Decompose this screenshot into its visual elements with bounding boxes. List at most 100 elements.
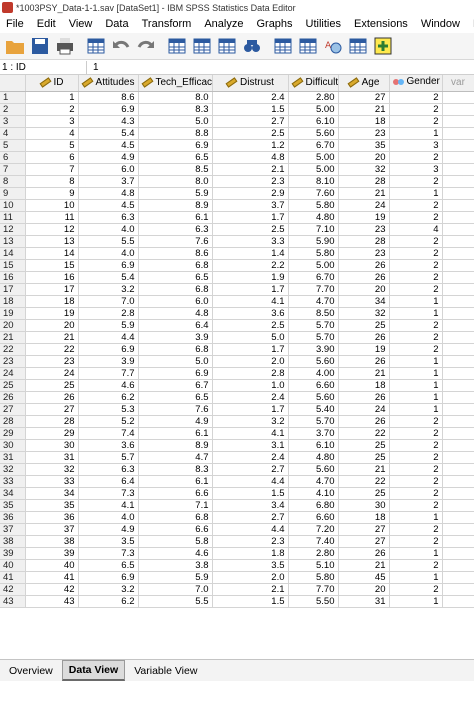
data-cell[interactable]: 6.3: [138, 223, 213, 236]
data-cell[interactable]: 7.70: [288, 283, 339, 296]
data-cell[interactable]: 2: [389, 439, 443, 452]
data-cell[interactable]: 26: [338, 271, 390, 284]
data-cell[interactable]: 5.00: [288, 103, 339, 116]
data-cell[interactable]: 2: [389, 175, 443, 188]
data-cell[interactable]: 8.10: [288, 175, 339, 188]
empty-cell[interactable]: [442, 403, 474, 416]
empty-cell[interactable]: [442, 187, 474, 200]
data-cell[interactable]: 8.6: [78, 91, 139, 104]
row-number[interactable]: 24: [0, 367, 26, 380]
row-number[interactable]: 20: [0, 319, 26, 332]
data-cell[interactable]: 2: [389, 103, 443, 116]
data-cell[interactable]: 3.70: [288, 427, 339, 440]
data-cell[interactable]: 2.7: [212, 511, 289, 524]
data-cell[interactable]: 1: [389, 355, 443, 368]
data-cell[interactable]: 2.7: [212, 463, 289, 476]
data-cell[interactable]: 4.80: [288, 211, 339, 224]
data-cell[interactable]: 7.70: [288, 583, 339, 596]
empty-cell[interactable]: [442, 355, 474, 368]
data-cell[interactable]: 33: [25, 475, 79, 488]
data-cell[interactable]: 25: [338, 487, 390, 500]
data-cell[interactable]: 6.2: [78, 595, 139, 608]
data-cell[interactable]: 7.10: [288, 223, 339, 236]
data-cell[interactable]: 18: [338, 379, 390, 392]
data-cell[interactable]: 5.3: [78, 403, 139, 416]
empty-cell[interactable]: [442, 139, 474, 152]
data-cell[interactable]: 5.9: [138, 187, 213, 200]
data-cell[interactable]: 4.9: [78, 523, 139, 536]
data-cell[interactable]: 2.5: [212, 127, 289, 140]
data-cell[interactable]: 21: [25, 331, 79, 344]
data-cell[interactable]: 8.3: [138, 463, 213, 476]
data-cell[interactable]: 2: [389, 583, 443, 596]
data-cell[interactable]: 20: [25, 319, 79, 332]
undo-icon[interactable]: [110, 36, 131, 57]
data-cell[interactable]: 8.0: [138, 175, 213, 188]
data-cell[interactable]: 2.8: [212, 367, 289, 380]
empty-cell[interactable]: [442, 583, 474, 596]
data-cell[interactable]: 21: [338, 103, 390, 116]
find-icon[interactable]: [241, 36, 262, 57]
data-cell[interactable]: 32: [338, 307, 390, 320]
data-cell[interactable]: 34: [25, 487, 79, 500]
data-cell[interactable]: 5: [25, 139, 79, 152]
row-number[interactable]: 1: [0, 91, 26, 104]
open-icon[interactable]: [4, 36, 25, 57]
data-cell[interactable]: 7.7: [78, 367, 139, 380]
row-number[interactable]: 43: [0, 595, 26, 608]
data-cell[interactable]: 27: [338, 91, 390, 104]
data-cell[interactable]: 6.9: [78, 343, 139, 356]
weight-cases-icon[interactable]: [297, 36, 318, 57]
data-cell[interactable]: 28: [338, 175, 390, 188]
data-cell[interactable]: 3.6: [212, 307, 289, 320]
data-cell[interactable]: 14: [25, 247, 79, 260]
data-cell[interactable]: 2.3: [212, 535, 289, 548]
data-cell[interactable]: 1: [389, 187, 443, 200]
data-cell[interactable]: 6.9: [78, 259, 139, 272]
data-cell[interactable]: 4.8: [138, 307, 213, 320]
data-cell[interactable]: 3.7: [212, 199, 289, 212]
data-cell[interactable]: 5.5: [78, 235, 139, 248]
data-cell[interactable]: 3: [25, 115, 79, 128]
data-cell[interactable]: 5.2: [78, 415, 139, 428]
data-cell[interactable]: 3.5: [212, 559, 289, 572]
empty-cell[interactable]: [442, 247, 474, 260]
data-cell[interactable]: 5.60: [288, 355, 339, 368]
dialog-recall-icon[interactable]: [85, 36, 106, 57]
data-cell[interactable]: 4.6: [78, 379, 139, 392]
data-cell[interactable]: 2.9: [212, 187, 289, 200]
empty-cell[interactable]: [442, 511, 474, 524]
row-number[interactable]: 34: [0, 487, 26, 500]
empty-cell[interactable]: [442, 535, 474, 548]
data-cell[interactable]: 22: [338, 427, 390, 440]
data-cell[interactable]: 2.5: [212, 319, 289, 332]
row-number[interactable]: 30: [0, 439, 26, 452]
menu-transform[interactable]: Transform: [136, 18, 199, 30]
data-cell[interactable]: 2.2: [212, 259, 289, 272]
goto-case-icon[interactable]: [166, 36, 187, 57]
data-cell[interactable]: 1: [389, 307, 443, 320]
data-cell[interactable]: 4: [389, 223, 443, 236]
data-cell[interactable]: 5.90: [288, 235, 339, 248]
empty-cell[interactable]: [442, 151, 474, 164]
data-cell[interactable]: 26: [338, 355, 390, 368]
data-cell[interactable]: 4.9: [138, 415, 213, 428]
row-number[interactable]: 11: [0, 211, 26, 224]
data-cell[interactable]: 1.7: [212, 283, 289, 296]
column-header[interactable]: Gender: [389, 75, 443, 92]
empty-cell[interactable]: [442, 571, 474, 584]
data-cell[interactable]: 1: [389, 571, 443, 584]
data-cell[interactable]: 43: [25, 595, 79, 608]
select-cases-icon[interactable]: A: [322, 36, 343, 57]
data-cell[interactable]: 5.7: [78, 451, 139, 464]
data-cell[interactable]: 6.10: [288, 115, 339, 128]
data-cell[interactable]: 2.0: [212, 355, 289, 368]
data-cell[interactable]: 2: [389, 427, 443, 440]
empty-cell[interactable]: [442, 367, 474, 380]
data-cell[interactable]: 26: [338, 259, 390, 272]
data-cell[interactable]: 6.8: [138, 283, 213, 296]
empty-cell[interactable]: [442, 547, 474, 560]
empty-cell[interactable]: [442, 91, 474, 104]
data-cell[interactable]: 19: [338, 211, 390, 224]
data-cell[interactable]: 19: [338, 343, 390, 356]
